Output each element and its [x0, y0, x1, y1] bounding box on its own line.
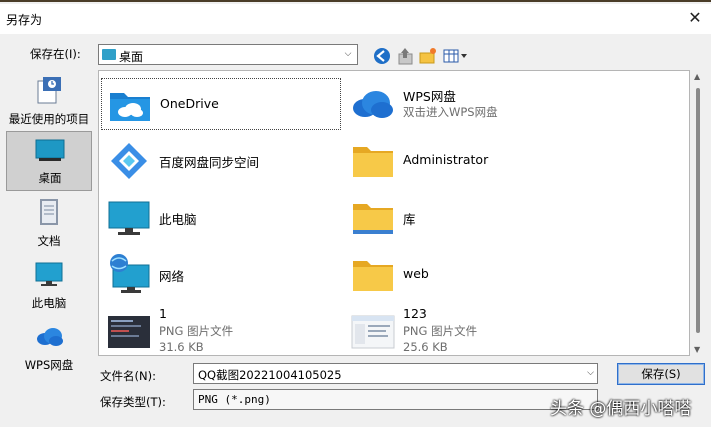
place-documents[interactable]: 文档: [6, 193, 92, 253]
place-label: 文档: [37, 234, 61, 248]
recent-icon: [37, 77, 61, 104]
view-menu-icon[interactable]: [442, 46, 470, 66]
save-in-select[interactable]: 桌面 ⌵: [98, 44, 358, 65]
filename-input[interactable]: QQ截图20221004105025 ⌵: [193, 363, 598, 384]
folder-icon: [353, 261, 393, 291]
place-label: WPS网盘: [24, 358, 74, 372]
place-label: 此电脑: [31, 296, 67, 310]
item-name: 库: [403, 212, 416, 227]
file-list[interactable]: OneDrive WPS网盘 双击进入WPS网盘 百度网盘同步空间 Admini…: [98, 70, 690, 356]
item-subtitle: 双击进入WPS网盘: [403, 105, 498, 119]
places-bar: 最近使用的项目 桌面 文档 此电脑 WPS网盘: [4, 69, 94, 424]
filename-label: 文件名(N):: [100, 369, 156, 383]
save-in-label: 保存在(I):: [30, 47, 81, 61]
item-name: WPS网盘: [403, 89, 456, 104]
png-thumbnail-icon: [351, 315, 395, 349]
list-item-wps-cloud[interactable]: WPS网盘 双击进入WPS网盘: [345, 78, 585, 130]
place-recent[interactable]: 最近使用的项目: [6, 71, 92, 131]
place-computer[interactable]: 此电脑: [6, 255, 92, 315]
place-desktop[interactable]: 桌面: [6, 131, 92, 191]
vertical-scrollbar[interactable]: ▲ ▼: [690, 70, 707, 356]
list-item-library[interactable]: 库: [345, 192, 585, 244]
chevron-down-icon[interactable]: ⌵: [587, 364, 594, 383]
computer-icon: [35, 262, 63, 286]
item-type: PNG 图片文件: [159, 324, 234, 338]
scroll-up-icon[interactable]: ▲: [694, 72, 700, 81]
filetype-label: 保存类型(T):: [100, 395, 166, 409]
back-icon[interactable]: [372, 46, 392, 66]
baidu-icon: [111, 143, 147, 179]
png-thumbnail-icon: [108, 316, 150, 348]
desktop-icon: [35, 139, 65, 161]
list-item-onedrive[interactable]: OneDrive: [101, 78, 341, 130]
documents-icon: [40, 199, 58, 225]
desktop-folder-icon: [102, 49, 116, 60]
item-name: 123: [403, 306, 427, 321]
title-bar: 另存为 ✕: [0, 4, 711, 34]
scroll-thumb[interactable]: [696, 88, 700, 333]
list-item-baidu[interactable]: 百度网盘同步空间: [101, 135, 341, 187]
filetype-value: PNG (*.png): [198, 393, 271, 406]
item-name: Administrator: [403, 152, 489, 167]
filetype-select[interactable]: PNG (*.png): [193, 389, 598, 410]
item-name: OneDrive: [160, 96, 219, 111]
wps-cloud-icon: [353, 91, 393, 118]
item-name: 百度网盘同步空间: [159, 155, 260, 170]
save-button[interactable]: 保存(S): [617, 363, 705, 385]
place-wps-cloud[interactable]: WPS网盘: [6, 317, 92, 377]
list-item-file-123[interactable]: 123 PNG 图片文件 25.6 KB: [345, 306, 585, 358]
list-item-file-1[interactable]: 1 PNG 图片文件 31.6 KB: [101, 306, 341, 358]
window-title: 另存为: [6, 13, 43, 27]
list-item-this-pc[interactable]: 此电脑: [101, 192, 341, 244]
save-as-dialog: 另存为 ✕ 保存在(I): 桌面 ⌵ 最近使用的项目 桌面 文档 此电脑 WPS…: [0, 0, 711, 427]
list-item-administrator[interactable]: Administrator: [345, 135, 585, 187]
up-folder-icon[interactable]: [396, 46, 416, 66]
item-type: PNG 图片文件: [403, 324, 478, 338]
item-size: 31.6 KB: [159, 340, 204, 354]
place-label: 最近使用的项目: [8, 112, 90, 126]
place-label: 桌面: [38, 171, 62, 185]
item-name: 此电脑: [159, 212, 197, 227]
folder-icon: [353, 147, 393, 177]
chevron-down-icon[interactable]: ⌵: [341, 45, 355, 64]
filename-value: QQ截图20221004105025: [198, 368, 342, 382]
item-name: web: [403, 266, 429, 281]
computer-icon: [108, 201, 150, 235]
library-folder-icon: [353, 204, 393, 234]
item-size: 25.6 KB: [403, 340, 448, 354]
watermark-text: 头条 @偶西小嗒嗒: [550, 399, 692, 419]
scroll-down-icon[interactable]: ▼: [694, 345, 700, 354]
new-folder-icon[interactable]: [418, 46, 438, 66]
close-icon[interactable]: ✕: [685, 8, 705, 28]
list-item-web[interactable]: web: [345, 249, 585, 301]
cloud-icon: [37, 328, 63, 346]
onedrive-icon: [110, 93, 150, 121]
list-item-network[interactable]: 网络: [101, 249, 341, 301]
save-in-value: 桌面: [119, 50, 144, 64]
item-name: 1: [159, 306, 167, 321]
network-icon: [110, 254, 150, 293]
item-name: 网络: [159, 269, 185, 284]
